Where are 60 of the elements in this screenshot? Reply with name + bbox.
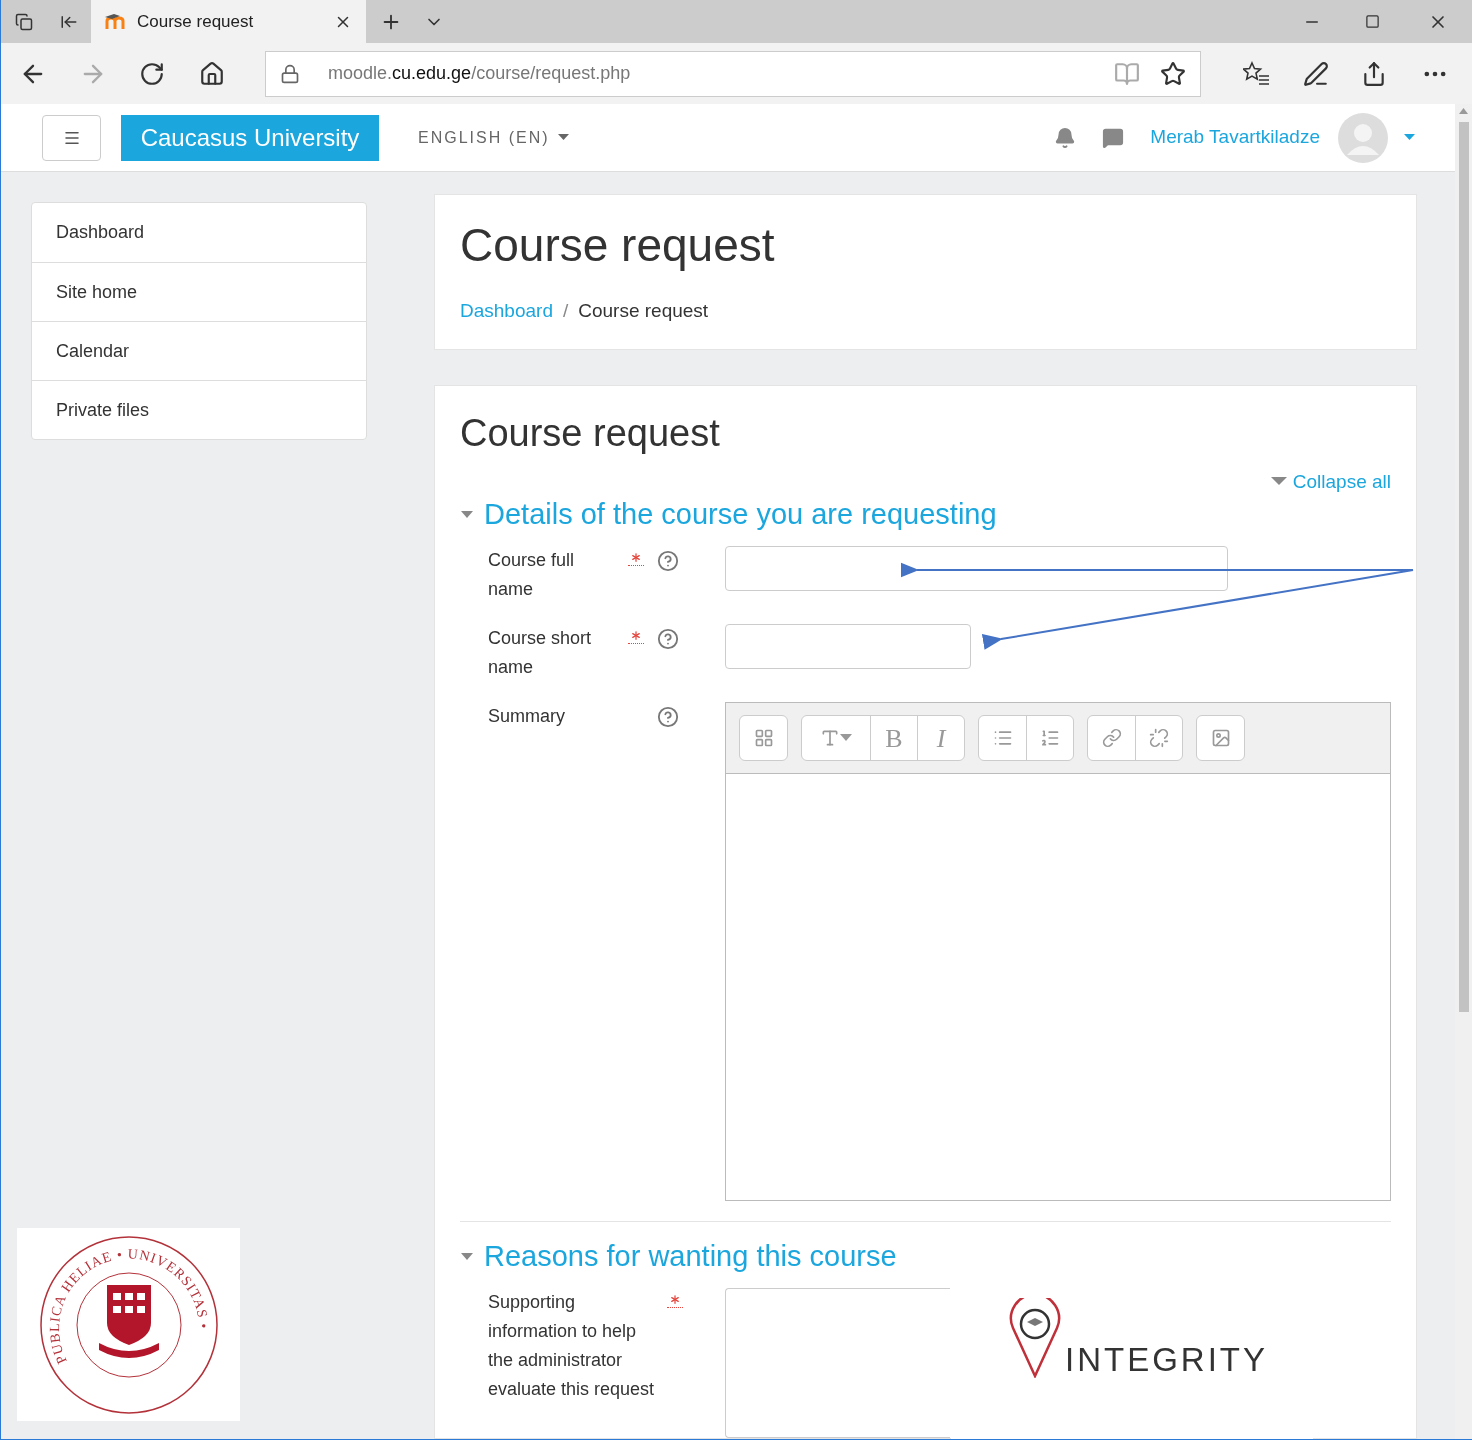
pen-icon[interactable] [1303,60,1329,87]
site-logo-icon [105,13,127,30]
user-menu-caret-icon[interactable] [1404,134,1415,141]
font-style-icon [820,728,840,748]
help-icon[interactable] [657,550,679,572]
page-title: Course request [460,218,776,273]
section-heading[interactable]: Details of the course you are requesting [484,496,997,532]
home-icon[interactable] [199,60,225,87]
italic-button[interactable]: I [917,716,964,760]
user-name-link[interactable]: Merab Tavartkiladze [1150,123,1320,152]
favorites-list-icon[interactable] [1243,59,1271,88]
field-label: Course short name [488,627,593,679]
collapse-all-link[interactable]: Collapse all [1270,467,1391,496]
url-text: moodle.cu.edu.ge/course/request.php [328,62,632,85]
messages-icon[interactable] [1102,126,1125,149]
tab-title: Course request [137,10,255,33]
lock-icon [280,63,300,84]
navigation-link[interactable]: Private files [32,380,366,439]
image-icon [1210,728,1231,748]
field-label: Course full name [488,549,576,601]
text-field[interactable] [725,624,971,669]
breadcrumb-current: Course request [578,299,709,323]
tabs-aside-icon[interactable] [14,12,33,31]
link-icon [1101,728,1122,748]
brand-button[interactable]: Caucasus University [121,114,379,161]
toolbar-toggle-icon [753,728,774,748]
bold-button[interactable]: B [870,716,917,760]
navigation-link[interactable]: Site home [32,262,366,321]
scroll-up-icon[interactable] [1459,108,1468,114]
dropdown-caret-icon [840,734,852,742]
share-icon[interactable] [1361,60,1387,87]
scrollbar[interactable] [1455,104,1472,1439]
help-icon[interactable] [657,628,679,650]
help-icon[interactable] [657,706,679,728]
field-label: Summary [488,705,566,728]
location-pin-logo-icon [1009,1298,1061,1378]
field-label: Supporting information to help the administrator evaluate this request [488,1291,656,1401]
notifications-bell-icon[interactable] [1054,126,1077,149]
unlink-icon [1149,728,1169,748]
address-bar[interactable]: moodle.cu.edu.ge/course/request.php [265,50,1201,97]
menu-button[interactable] [42,114,101,161]
favorite-star-icon[interactable] [1160,60,1186,87]
reading-view-icon[interactable] [1114,60,1140,87]
collapse-caret-icon [1270,477,1287,487]
bullet-list-icon [992,728,1013,748]
browser-tab[interactable]: Course request [91,0,366,43]
integrity-logo-text: INTEGRITY [1065,1340,1268,1381]
maximize-icon[interactable] [1365,14,1380,29]
form-title: Course request [460,410,721,456]
dropdown-caret-icon [557,134,569,141]
numbered-list-icon [1040,728,1060,748]
language-menu[interactable]: ENGLISH (EN) [418,125,569,150]
breadcrumb-link[interactable]: Dashboard [460,297,553,326]
text-field[interactable] [725,546,1228,591]
navigation-link[interactable]: Dashboard [32,203,366,262]
scrollbar-thumb[interactable] [1458,122,1469,1012]
breadcrumb-separator: / [562,299,569,323]
refresh-icon[interactable] [139,60,165,87]
section-heading[interactable]: Reasons for wanting this course [484,1238,897,1274]
navigation-link[interactable]: Calendar [32,321,366,380]
